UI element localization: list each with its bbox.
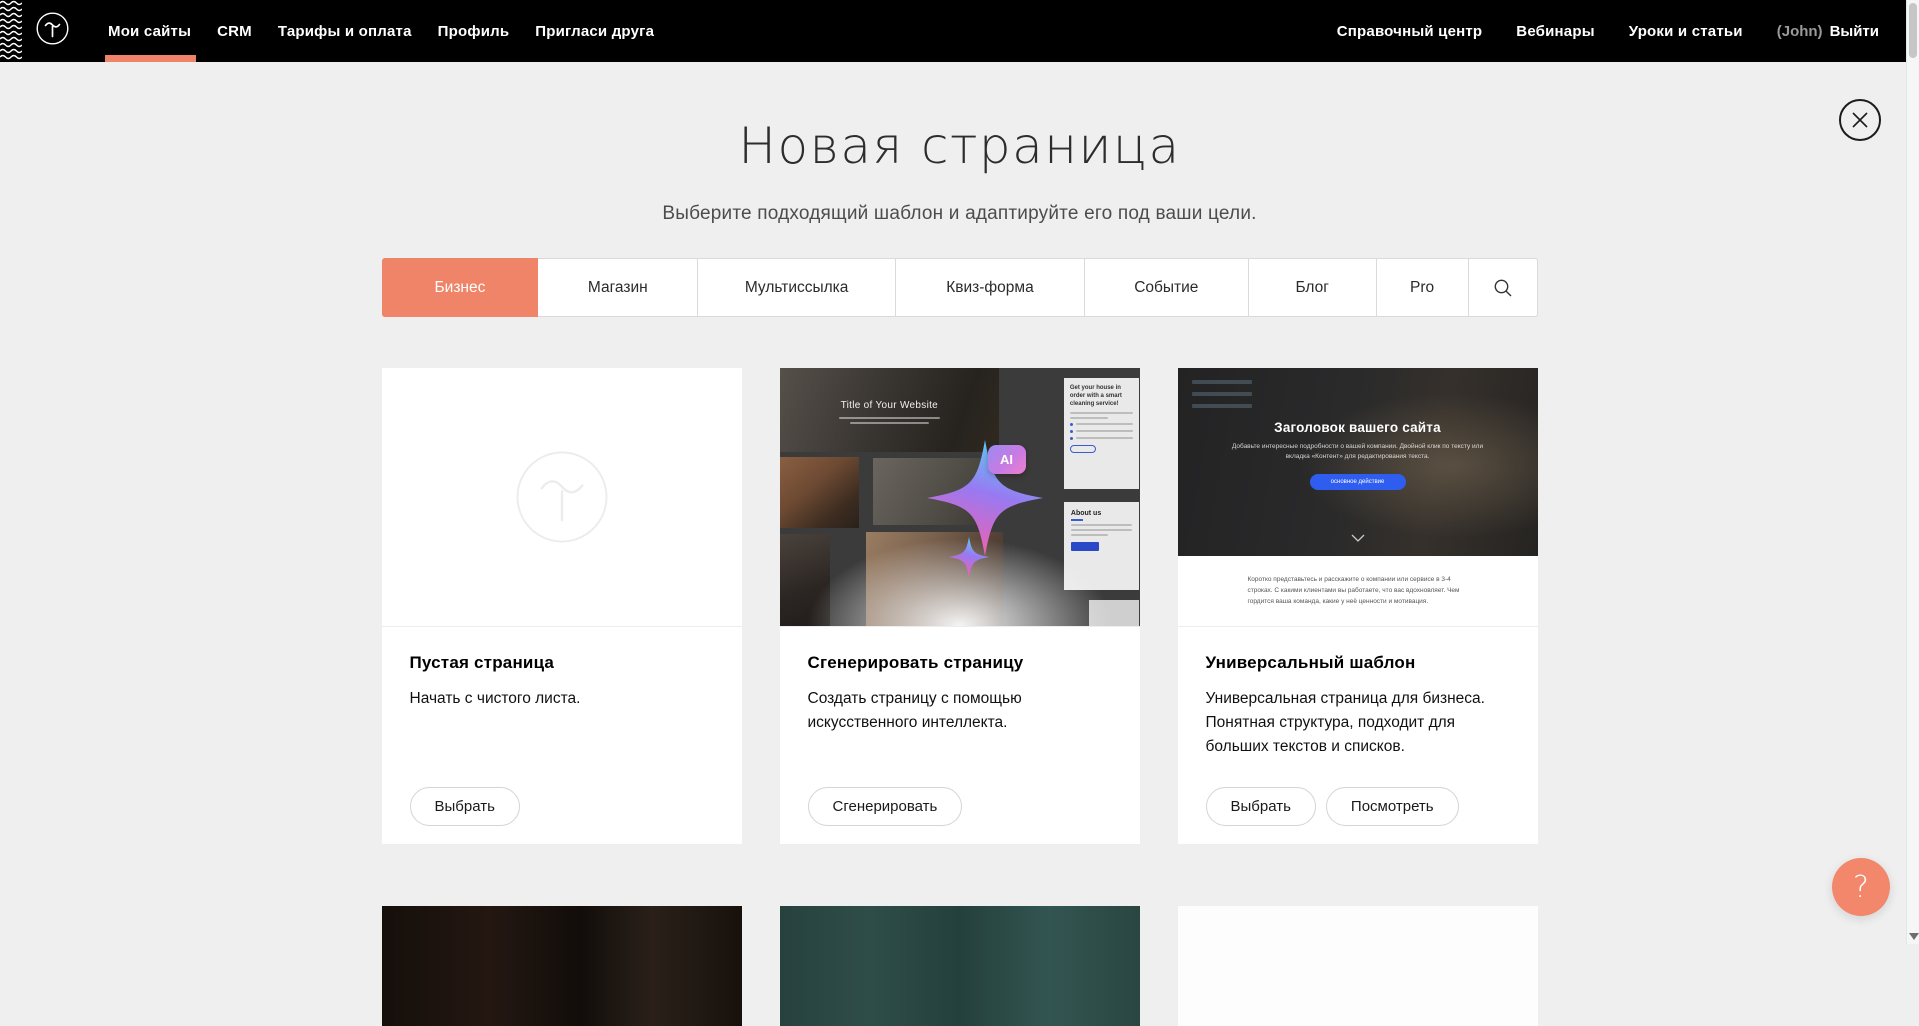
nav-item-label: Справочный центр [1337,23,1483,40]
collage-about-title: About us [1071,510,1133,517]
left-edge-zigzag-pattern [0,0,22,62]
tab-label: Бизнес [434,279,485,297]
tab-label: Событие [1134,279,1198,297]
search-icon [1493,278,1513,298]
generate-button[interactable]: Сгенерировать [808,787,963,826]
preview-body-text: Коротко представьтесь и расскажите о ком… [1248,575,1468,607]
tilda-logo[interactable] [36,12,69,50]
blank-template-thumbnail [382,368,742,627]
collage-service-title: Get your house in order with a smart cle… [1070,385,1134,408]
nav-item-label: Вебинары [1516,23,1594,40]
card-info: Пустая страница Начать с чистого листа. … [382,627,742,844]
card-description: Универсальная страница для бизнеса. Поня… [1206,687,1508,759]
template-card-blank[interactable]: Пустая страница Начать с чистого листа. … [382,368,742,844]
tab-quiz-form[interactable]: Квиз-форма [895,259,1084,316]
nav-item-my-sites[interactable]: Мои сайты [95,0,204,62]
template-grid-row2-partial [382,906,1538,1026]
card-title: Пустая страница [410,653,714,673]
nav-item-profile[interactable]: Профиль [425,0,523,62]
template-card-universal[interactable]: Заголовок вашего сайта Добавьте интересн… [1178,368,1538,844]
nav-item-invite-friend[interactable]: Пригласи друга [522,0,667,62]
choose-button[interactable]: Выбрать [410,787,520,826]
page-subtitle: Выберите подходящий шаблон и адаптируйте… [382,203,1538,225]
page-title: Новая страница [382,116,1538,176]
ai-badge: AI [988,445,1026,474]
top-navbar: Мои сайты CRM Тарифы и оплата Профиль Пр… [0,0,1919,62]
main-menu: Мои сайты CRM Тарифы и оплата Профиль Пр… [95,0,667,62]
collage-sofa-photo [780,457,859,528]
tilda-watermark-icon [514,449,610,545]
chevron-down-icon [1351,534,1365,542]
close-button[interactable] [1839,99,1881,141]
tab-label: Магазин [588,279,648,297]
template-category-tabs: Бизнес Магазин Мультиссылка Квиз-форма С… [382,258,1538,317]
preview-decor-lines [1192,380,1252,416]
tab-label: Мультиссылка [745,279,849,297]
template-card-partial[interactable] [1178,906,1538,1026]
card-actions: Выбрать Посмотреть [1206,787,1459,826]
ai-template-thumbnail: Title of Your Website Get your house in … [780,368,1140,627]
card-title: Универсальный шаблон [1206,653,1510,673]
close-icon [1851,111,1869,129]
card-actions: Выбрать [410,787,520,826]
tab-event[interactable]: Событие [1084,259,1248,316]
card-actions: Сгенерировать [808,787,963,826]
user-name: (John) [1777,23,1823,40]
card-description: Начать с чистого листа. [410,687,712,711]
tab-label: Блог [1295,279,1329,297]
logout-link[interactable]: Выйти [1830,23,1879,40]
new-page-dialog: Новая страница Выберите подходящий шабло… [382,116,1538,1026]
preview-hero-subtitle: Добавьте интересные подробности о вашей … [1228,442,1487,463]
collage-service-tile: Get your house in order with a smart cle… [1064,378,1140,489]
tab-label: Квиз-форма [946,279,1033,297]
help-button[interactable]: ? [1832,858,1890,916]
tab-pro[interactable]: Pro [1376,259,1468,316]
ai-sparkle-small-icon [948,536,990,578]
nav-item-label: Пригласи друга [535,23,654,40]
template-card-partial[interactable] [780,906,1140,1026]
preview-cta-button: основное действие [1310,474,1406,490]
view-button[interactable]: Посмотреть [1326,787,1459,826]
card-info: Универсальный шаблон Универсальная стран… [1178,627,1538,844]
template-card-ai-generate[interactable]: Title of Your Website Get your house in … [780,368,1140,844]
nav-item-label: Тарифы и оплата [278,23,412,40]
choose-button[interactable]: Выбрать [1206,787,1316,826]
preview-hero-section: Заголовок вашего сайта Добавьте интересн… [1178,368,1538,556]
tab-shop[interactable]: Магазин [538,259,697,316]
secondary-menu: Справочный центр Вебинары Уроки и статьи… [1337,23,1879,40]
preview-body-section: Коротко представьтесь и расскажите о ком… [1178,556,1538,626]
scrollbar-thumb[interactable] [1909,3,1917,58]
nav-item-tariffs[interactable]: Тарифы и оплата [265,0,425,62]
nav-item-lessons[interactable]: Уроки и статьи [1629,23,1743,40]
nav-item-label: Уроки и статьи [1629,23,1743,40]
tab-label: Pro [1410,279,1434,297]
tab-business[interactable]: Бизнес [382,258,539,317]
active-nav-underline [105,55,196,62]
nav-item-crm[interactable]: CRM [204,0,265,62]
nav-item-webinars[interactable]: Вебинары [1516,23,1594,40]
nav-item-help-center[interactable]: Справочный центр [1337,23,1483,40]
tab-blog[interactable]: Блог [1248,259,1376,316]
card-info: Сгенерировать страницу Создать страницу … [780,627,1140,844]
user-session: (John) Выйти [1777,23,1879,40]
tab-search[interactable] [1468,259,1537,316]
template-card-partial[interactable] [382,906,742,1026]
page-scrollbar[interactable] [1906,0,1919,944]
card-description: Создать страницу с помощью искусственног… [808,687,1110,735]
collage-hero-title: Title of Your Website [780,400,1000,411]
universal-template-thumbnail: Заголовок вашего сайта Добавьте интересн… [1178,368,1538,627]
tab-multilink[interactable]: Мультиссылка [697,259,895,316]
template-grid: Пустая страница Начать с чистого листа. … [382,368,1538,844]
scrollbar-down-arrow[interactable] [1909,933,1919,940]
card-title: Сгенерировать страницу [808,653,1112,673]
nav-item-label: CRM [217,23,252,40]
nav-item-label: Профиль [438,23,510,40]
nav-item-label: Мои сайты [108,23,191,40]
